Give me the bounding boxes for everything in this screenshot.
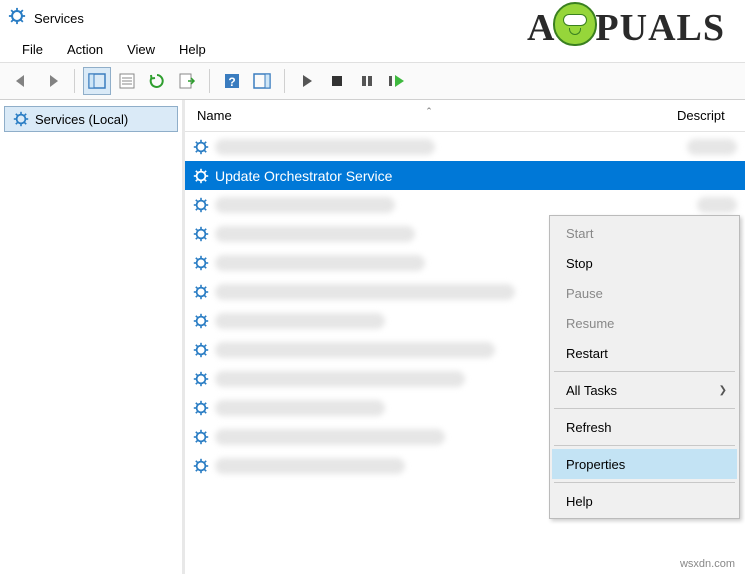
toolbar-separator (284, 69, 285, 93)
context-menu-separator (554, 482, 735, 483)
gear-icon (193, 284, 209, 300)
column-header-name[interactable]: ⌃ Name (185, 108, 673, 123)
blurred-text (215, 371, 465, 387)
gear-icon (193, 197, 209, 213)
toolbar-separator (74, 69, 75, 93)
gear-icon (193, 313, 209, 329)
toolbar: ? (0, 62, 745, 100)
tree-pane: Services (Local) (0, 100, 185, 574)
window-title: Services (34, 11, 84, 26)
nav-back-button[interactable] (8, 67, 36, 95)
help-button[interactable]: ? (218, 67, 246, 95)
tree-root-services-local[interactable]: Services (Local) (4, 106, 178, 132)
toolbar-separator (209, 69, 210, 93)
blurred-text (215, 139, 435, 155)
blurred-text (697, 197, 737, 213)
gear-icon (193, 168, 209, 184)
service-name: Update Orchestrator Service (215, 168, 745, 184)
context-menu: StartStopPauseResumeRestart All Tasks❯ Ref… (549, 215, 740, 519)
blurred-text (215, 284, 515, 300)
gear-icon (193, 458, 209, 474)
gear-icon (193, 139, 209, 155)
blurred-text (215, 255, 425, 271)
restart-service-button[interactable] (383, 67, 411, 95)
blurred-text (215, 342, 495, 358)
watermark-logo: A PUALS (527, 6, 725, 50)
export-list-button[interactable] (173, 67, 201, 95)
context-menu-properties[interactable]: Properties (552, 449, 737, 479)
blurred-text (215, 313, 385, 329)
service-row-selected[interactable]: Update Orchestrator Service (185, 161, 745, 190)
blurred-text (215, 226, 415, 242)
pause-service-button[interactable] (353, 67, 381, 95)
gear-icon (193, 400, 209, 416)
tree-root-label: Services (Local) (35, 112, 128, 127)
service-row-blurred[interactable] (185, 132, 745, 161)
gear-icon (193, 429, 209, 445)
column-header-description[interactable]: Descript (673, 108, 745, 123)
menu-help[interactable]: Help (169, 39, 216, 60)
context-menu-separator (554, 371, 735, 372)
context-menu-separator (554, 408, 735, 409)
context-menu-pause: Pause (552, 278, 737, 308)
context-menu-stop[interactable]: Stop (552, 248, 737, 278)
gear-icon (193, 255, 209, 271)
gear-icon (193, 226, 209, 242)
show-hide-action-button[interactable] (248, 67, 276, 95)
context-menu-help[interactable]: Help (552, 486, 737, 516)
list-header: ⌃ Name Descript (185, 100, 745, 132)
blurred-text (215, 400, 385, 416)
context-menu-separator (554, 445, 735, 446)
context-menu-resume: Resume (552, 308, 737, 338)
mascot-icon (553, 2, 597, 46)
blurred-text (215, 197, 395, 213)
context-menu-all-tasks[interactable]: All Tasks❯ (552, 375, 737, 405)
blurred-text (687, 139, 737, 155)
properties-button[interactable] (113, 67, 141, 95)
context-menu-refresh[interactable]: Refresh (552, 412, 737, 442)
menu-file[interactable]: File (12, 39, 53, 60)
blurred-text (215, 458, 405, 474)
blurred-text (215, 429, 445, 445)
stop-service-button[interactable] (323, 67, 351, 95)
context-menu-start: Start (552, 218, 737, 248)
services-gear-icon (8, 7, 26, 30)
show-hide-tree-button[interactable] (83, 67, 111, 95)
gear-icon (193, 342, 209, 358)
refresh-button[interactable] (143, 67, 171, 95)
nav-forward-button[interactable] (38, 67, 66, 95)
sort-indicator-icon: ⌃ (425, 106, 433, 117)
start-service-button[interactable] (293, 67, 321, 95)
svg-text:?: ? (228, 75, 235, 89)
chevron-right-icon: ❯ (719, 385, 727, 396)
menu-view[interactable]: View (117, 39, 165, 60)
gear-icon (13, 111, 29, 127)
footer-url: wsxdn.com (680, 558, 735, 570)
gear-icon (193, 371, 209, 387)
context-menu-restart[interactable]: Restart (552, 338, 737, 368)
menu-action[interactable]: Action (57, 39, 113, 60)
